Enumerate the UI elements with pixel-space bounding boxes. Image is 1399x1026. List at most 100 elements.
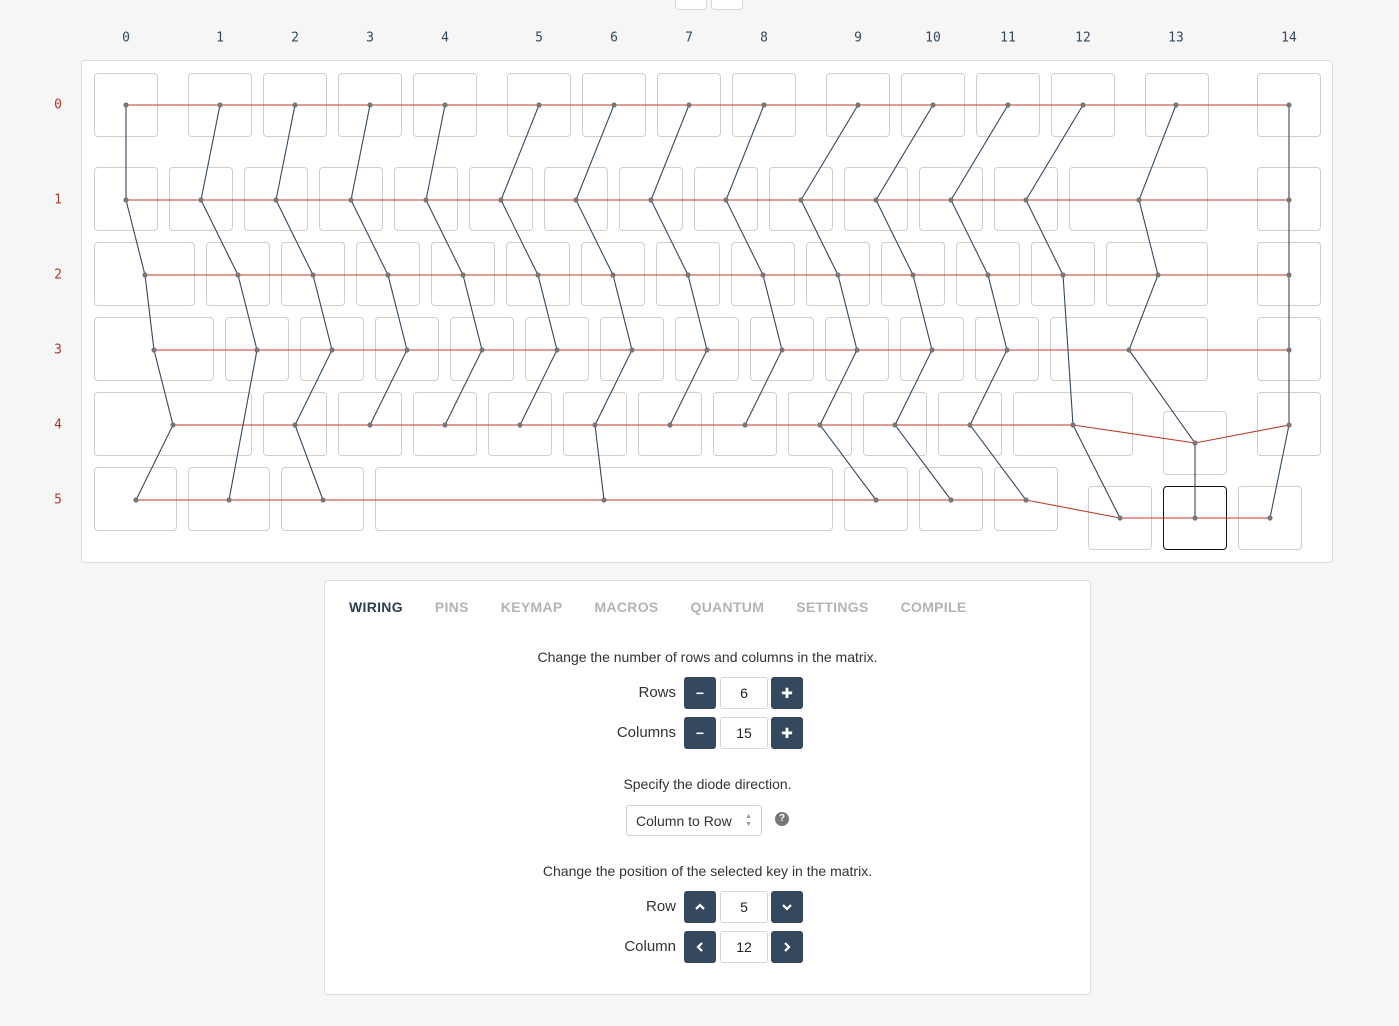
question-circle-icon[interactable]: ? [775,812,789,826]
key[interactable] [488,392,552,456]
columns-input[interactable]: 15 [720,717,768,749]
key[interactable] [1257,73,1321,137]
key[interactable] [656,242,720,306]
key[interactable] [1106,242,1208,306]
key[interactable] [919,167,983,231]
key[interactable] [563,392,627,456]
key[interactable] [975,317,1039,381]
key[interactable] [994,167,1058,231]
selected-key[interactable] [1163,486,1227,550]
row-down-button[interactable] [771,891,803,923]
key[interactable] [881,242,945,306]
key[interactable] [1257,317,1321,381]
key[interactable] [1257,392,1321,456]
toolbar-button-partial[interactable] [675,0,707,10]
key[interactable] [544,167,608,231]
tab-compile[interactable]: COMPILE [901,599,967,615]
key[interactable] [788,392,852,456]
columns-decrement-button[interactable]: − [684,717,716,749]
key[interactable] [844,167,908,231]
key[interactable] [338,73,402,137]
key[interactable] [1031,242,1095,306]
key[interactable] [657,73,721,137]
key[interactable] [694,167,758,231]
key[interactable] [94,242,195,306]
key[interactable] [600,317,664,381]
key[interactable] [1069,167,1208,231]
key[interactable] [900,317,964,381]
key[interactable] [1088,486,1152,550]
key[interactable] [525,317,589,381]
key[interactable] [169,167,233,231]
key[interactable] [1257,167,1321,231]
key[interactable] [901,73,965,137]
key[interactable] [413,73,477,137]
key[interactable] [469,167,533,231]
key[interactable] [826,73,890,137]
key[interactable] [244,167,308,231]
key[interactable] [750,317,814,381]
tab-wiring[interactable]: WIRING [349,599,403,615]
key[interactable] [1145,73,1209,137]
key[interactable] [263,73,327,137]
key[interactable] [1163,411,1227,475]
key[interactable] [338,392,402,456]
key[interactable] [506,242,570,306]
key[interactable] [356,242,420,306]
key[interactable] [731,242,795,306]
key[interactable] [994,467,1058,531]
key[interactable] [863,392,927,456]
toolbar-button-partial[interactable] [711,0,743,10]
key[interactable] [1051,73,1115,137]
key[interactable] [394,167,458,231]
key[interactable] [769,167,833,231]
key[interactable] [375,317,439,381]
key[interactable] [94,392,252,456]
key[interactable] [581,242,645,306]
row-up-button[interactable] [684,891,716,923]
column-left-button[interactable] [684,931,716,963]
column-position-input[interactable]: 12 [720,931,768,963]
key[interactable] [319,167,383,231]
row-position-input[interactable]: 5 [720,891,768,923]
key[interactable] [225,317,289,381]
key[interactable] [806,242,870,306]
key[interactable] [94,167,158,231]
key[interactable] [619,167,683,231]
key[interactable] [675,317,739,381]
column-right-button[interactable] [771,931,803,963]
key[interactable] [713,392,777,456]
key[interactable] [732,73,796,137]
key[interactable] [375,467,833,531]
key[interactable] [976,73,1040,137]
key[interactable] [1050,317,1208,381]
key[interactable] [1257,242,1321,306]
key[interactable] [94,73,158,137]
tab-macros[interactable]: MACROS [595,599,659,615]
key[interactable] [638,392,702,456]
diode-direction-select[interactable]: Column to Row ▲ ▼ [626,805,762,836]
key[interactable] [188,467,270,531]
key[interactable] [300,317,364,381]
rows-decrement-button[interactable]: − [684,677,716,709]
key[interactable] [413,392,477,456]
key[interactable] [281,242,345,306]
key[interactable] [431,242,495,306]
tab-keymap[interactable]: KEYMAP [501,599,563,615]
key[interactable] [938,392,1002,456]
key[interactable] [281,467,364,531]
rows-input[interactable]: 6 [720,677,768,709]
key[interactable] [188,73,252,137]
tab-pins[interactable]: PINS [435,599,469,615]
key[interactable] [206,242,270,306]
key[interactable] [450,317,514,381]
rows-increment-button[interactable]: ✚ [771,677,803,709]
key[interactable] [263,392,327,456]
key[interactable] [94,467,177,531]
key[interactable] [582,73,646,137]
key[interactable] [956,242,1020,306]
key[interactable] [844,467,908,531]
key[interactable] [94,317,214,381]
key[interactable] [825,317,889,381]
key[interactable] [1013,392,1133,456]
